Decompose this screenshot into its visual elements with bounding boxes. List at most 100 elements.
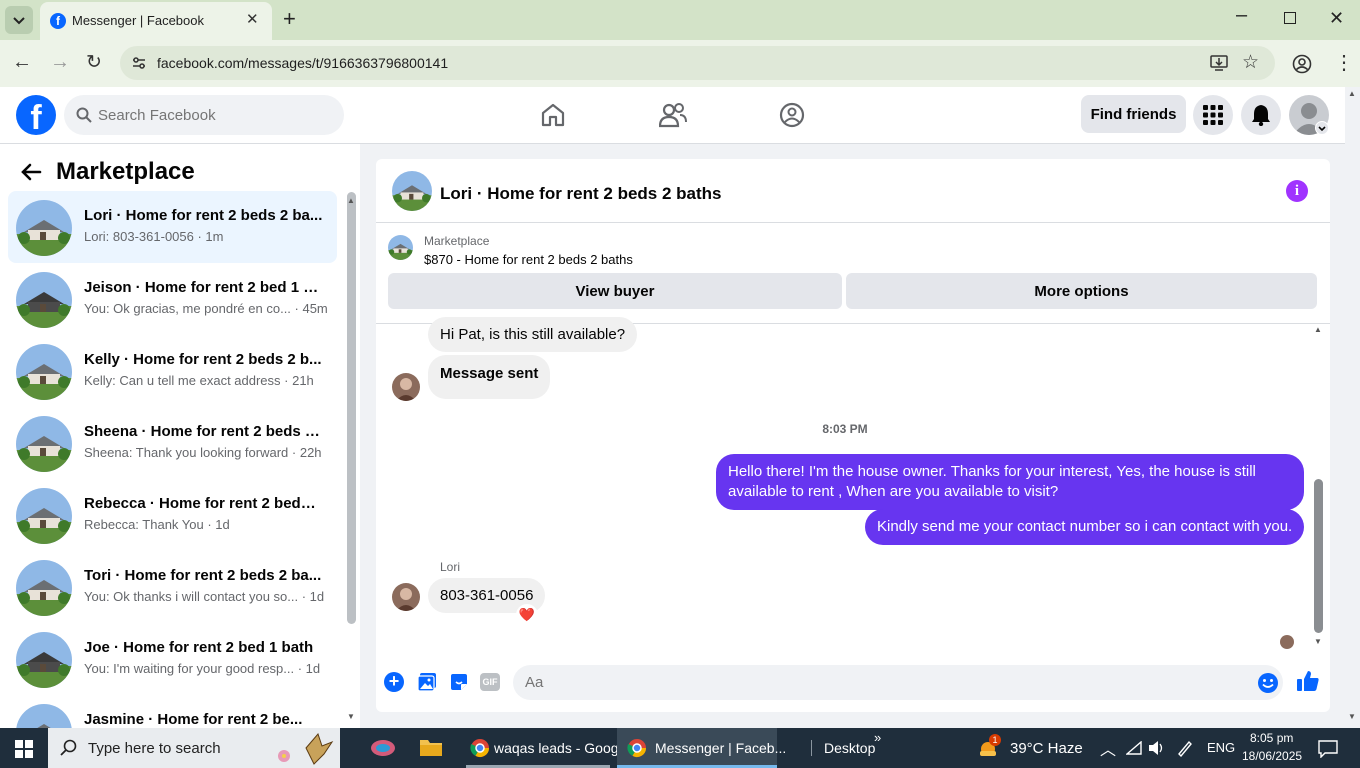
profile-icon[interactable] bbox=[1292, 54, 1312, 74]
taskbar-app-label: waqas leads - Goog... bbox=[494, 740, 631, 756]
scroll-down-icon[interactable]: ▼ bbox=[347, 712, 355, 721]
taskbar-app-messenger[interactable]: Messenger | Faceb... bbox=[617, 728, 786, 768]
chat-scroll-down-icon[interactable]: ▼ bbox=[1314, 637, 1322, 646]
listing-name[interactable]: $870 - Home for rent 2 beds 2 baths bbox=[424, 252, 633, 267]
conversation-thumbnail bbox=[16, 344, 72, 400]
scroll-up-icon[interactable]: ▲ bbox=[347, 196, 355, 205]
facebook-logo-icon[interactable]: f bbox=[16, 95, 56, 137]
conversation-snippet: You: I'm waiting for your good resp... ·… bbox=[84, 661, 321, 676]
conversation-item[interactable]: Sheena · Home for rent 2 beds 2... Sheena… bbox=[8, 407, 337, 479]
weather-text[interactable]: 39°C Haze bbox=[1010, 740, 1083, 757]
clock-date[interactable]: 18/06/2025 bbox=[1242, 749, 1302, 763]
weather-alert-badge: 1 bbox=[989, 734, 1001, 746]
conversation-list-scrollbar[interactable] bbox=[347, 192, 356, 624]
photo-icon[interactable] bbox=[417, 672, 437, 692]
weather-icon[interactable]: 1 bbox=[977, 734, 1001, 758]
contact-avatar[interactable] bbox=[392, 373, 420, 401]
volume-icon[interactable] bbox=[1148, 740, 1166, 756]
gif-icon[interactable]: GIF bbox=[480, 673, 500, 691]
message-input-box[interactable] bbox=[513, 665, 1283, 700]
conversation-item[interactable]: Joe · Home for rent 2 bed 1 bath You: I'm… bbox=[8, 623, 337, 695]
message-input[interactable] bbox=[525, 665, 1225, 700]
conversation-item[interactable]: Lori · Home for rent 2 beds 2 ba... Lori:… bbox=[8, 191, 337, 263]
friends-icon[interactable] bbox=[659, 102, 687, 128]
contact-avatar[interactable] bbox=[392, 583, 420, 611]
show-hidden-icons[interactable]: ︿ bbox=[1100, 736, 1116, 760]
more-options-button[interactable]: More options bbox=[846, 273, 1317, 309]
new-tab-icon[interactable]: + bbox=[283, 6, 296, 32]
chat-title[interactable]: Lori · Home for rent 2 beds 2 baths bbox=[440, 184, 722, 204]
groups-icon[interactable] bbox=[779, 102, 805, 128]
notification-center-icon[interactable] bbox=[1318, 740, 1338, 758]
site-info-icon[interactable] bbox=[131, 56, 147, 70]
message-timestamp: 8:03 PM bbox=[822, 422, 868, 436]
chrome-icon bbox=[470, 739, 489, 758]
conversation-name: Rebecca · Home for rent 2 beds ... bbox=[84, 495, 324, 512]
listing-avatar[interactable] bbox=[392, 171, 432, 211]
address-bar[interactable]: facebook.com/messages/t/9166363796800141… bbox=[120, 46, 1275, 80]
message-incoming: Message sent bbox=[428, 355, 551, 399]
conversation-snippet: You: Ok thanks i will contact you so... … bbox=[84, 589, 325, 604]
install-app-icon[interactable] bbox=[1210, 55, 1228, 71]
tab-messenger[interactable]: f Messenger | Facebook ✕ bbox=[40, 2, 272, 40]
heart-reaction-icon[interactable]: ❤️ bbox=[516, 604, 538, 626]
conversation-thumbnail bbox=[16, 704, 72, 728]
facebook-favicon-icon: f bbox=[50, 13, 66, 29]
menu-button[interactable] bbox=[1193, 95, 1233, 135]
conversation-thumbnail bbox=[16, 200, 72, 256]
like-thumb-icon[interactable] bbox=[1296, 669, 1320, 693]
bookmark-star-icon[interactable]: ☆ bbox=[1242, 51, 1259, 74]
search-box[interactable] bbox=[64, 95, 344, 135]
account-chevron-icon[interactable] bbox=[1315, 121, 1329, 135]
taskbar-search[interactable]: Type here to search bbox=[48, 728, 340, 768]
back-icon[interactable]: ← bbox=[12, 51, 32, 74]
search-input[interactable] bbox=[98, 95, 328, 135]
emoji-icon[interactable] bbox=[1257, 672, 1279, 694]
language-indicator[interactable]: ENG bbox=[1207, 740, 1235, 755]
add-more-icon[interactable]: + bbox=[384, 672, 404, 692]
forward-icon[interactable]: → bbox=[50, 51, 70, 74]
conversation-snippet: You: Ok gracias, me pondré en co... · 45… bbox=[84, 301, 328, 316]
conversation-list-panel: Marketplace Lori · Home for rent 2 beds … bbox=[0, 144, 360, 728]
info-icon[interactable]: i bbox=[1286, 180, 1308, 202]
conversation-thumbnail bbox=[16, 560, 72, 616]
page-scrollbar[interactable]: ▲ ▼ bbox=[1345, 87, 1360, 728]
pen-icon[interactable] bbox=[1176, 739, 1194, 757]
network-icon[interactable] bbox=[1126, 741, 1142, 755]
taskbar-app-chrome-leads[interactable]: waqas leads - Goog... bbox=[462, 728, 630, 768]
reload-icon[interactable]: ↻ bbox=[86, 51, 102, 74]
clock-time[interactable]: 8:05 pm bbox=[1250, 731, 1293, 745]
conversation-item[interactable]: Jasmine · Home for rent 2 be... bbox=[8, 695, 337, 728]
view-buyer-button[interactable]: View buyer bbox=[388, 273, 842, 309]
app-icon[interactable] bbox=[368, 736, 398, 760]
toolbar-expand-icon[interactable]: » bbox=[874, 730, 881, 745]
file-explorer-icon[interactable] bbox=[419, 737, 443, 757]
minimize-icon[interactable]: – bbox=[1236, 4, 1247, 27]
conversation-snippet: Kelly: Can u tell me exact address · 21h bbox=[84, 373, 314, 388]
taskbar-search-text: Type here to search bbox=[88, 740, 221, 757]
close-tab-icon[interactable]: ✕ bbox=[246, 10, 259, 28]
listing-thumbnail[interactable] bbox=[388, 235, 413, 260]
maximize-icon[interactable] bbox=[1284, 12, 1296, 24]
windows-start-icon[interactable] bbox=[15, 740, 33, 758]
back-arrow-icon[interactable] bbox=[20, 162, 42, 182]
conversation-name: Joe · Home for rent 2 bed 1 bath bbox=[84, 639, 314, 656]
home-icon[interactable] bbox=[540, 102, 566, 128]
chat-scrollbar[interactable] bbox=[1314, 479, 1323, 633]
conversation-item[interactable]: Rebecca · Home for rent 2 beds ... Rebecc… bbox=[8, 479, 337, 551]
close-window-icon[interactable]: ✕ bbox=[1329, 8, 1344, 29]
tab-search-chevron-icon[interactable] bbox=[5, 6, 33, 34]
search-icon bbox=[60, 739, 77, 756]
message-outgoing: Hello there! I'm the house owner. Thanks… bbox=[716, 454, 1304, 510]
browser-menu-icon[interactable]: ⋮ bbox=[1334, 50, 1354, 75]
conversation-name: Tori · Home for rent 2 beds 2 ba... bbox=[84, 567, 322, 584]
find-friends-button[interactable]: Find friends bbox=[1081, 95, 1186, 133]
desktop-toolbar-label[interactable]: Desktop bbox=[824, 740, 875, 756]
sticker-icon[interactable] bbox=[449, 672, 469, 692]
chat-scroll-up-icon[interactable]: ▲ bbox=[1314, 325, 1322, 334]
address-toolbar: ← → ↻ facebook.com/messages/t/9166363796… bbox=[0, 40, 1360, 87]
conversation-item[interactable]: Kelly · Home for rent 2 beds 2 b... Kelly… bbox=[8, 335, 337, 407]
conversation-item[interactable]: Jeison · Home for rent 2 bed 1 b... You: … bbox=[8, 263, 337, 335]
notifications-button[interactable] bbox=[1241, 95, 1281, 135]
conversation-item[interactable]: Tori · Home for rent 2 beds 2 ba... You: … bbox=[8, 551, 337, 623]
